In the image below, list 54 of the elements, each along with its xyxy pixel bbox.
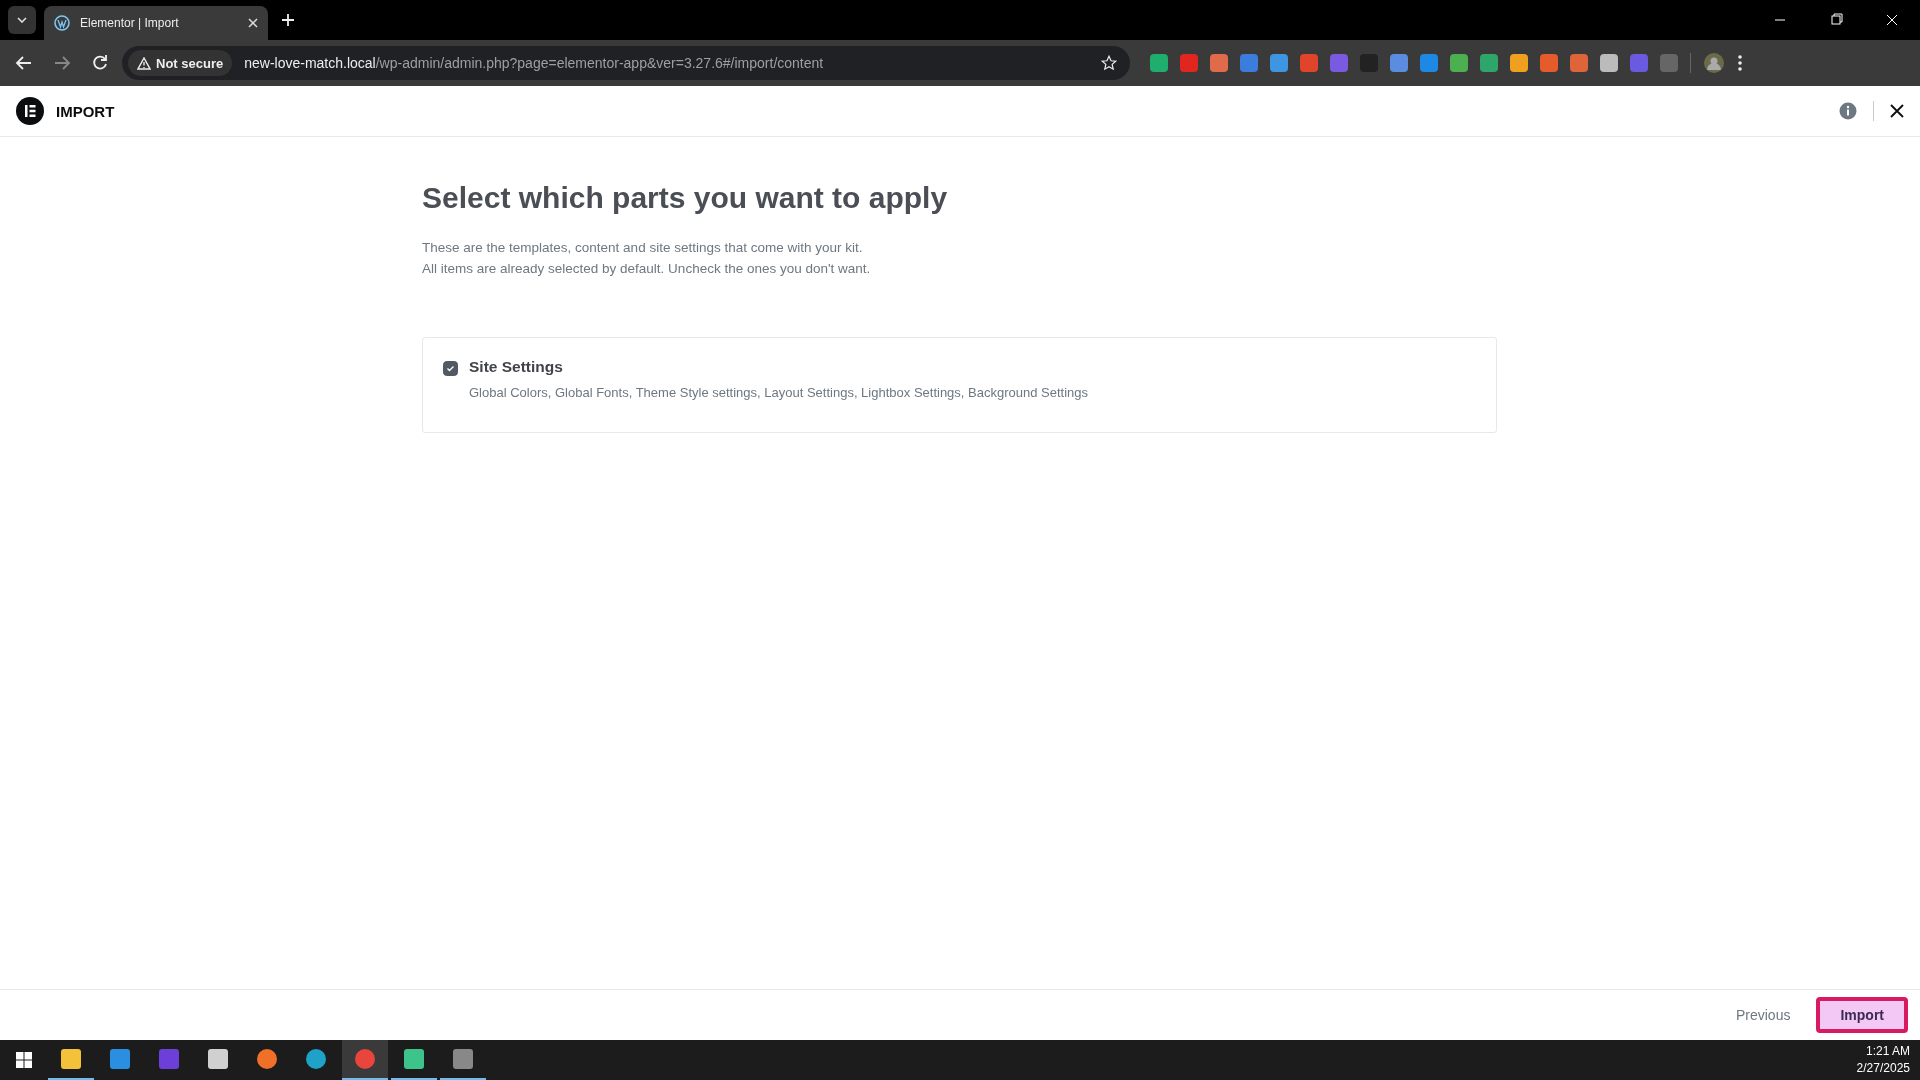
checkbox[interactable] (443, 361, 458, 376)
security-chip[interactable]: Not secure (128, 50, 233, 76)
app-icon (59, 1047, 83, 1071)
previous-link[interactable]: Previous (1729, 1006, 1797, 1024)
url-text: new-love-match.local/wp-admin/admin.php?page=elementor-app&ver=3.27.6#/import/content (244, 55, 825, 71)
app-icon (108, 1047, 132, 1071)
chevron-down-icon (17, 17, 27, 23)
extension-icon[interactable] (1480, 54, 1498, 72)
warning-icon (137, 56, 151, 70)
browser-tab[interactable]: Elementor | Import (44, 6, 268, 40)
extension-icon[interactable] (1540, 54, 1558, 72)
elementor-logo-icon (16, 97, 44, 125)
page-heading: Select which parts you want to apply (422, 181, 949, 215)
part-details: Global Colors, Global Fonts, Theme Style settings, Layout Settings, Lightbox Settings, Background Settings (469, 385, 1089, 400)
app-icon (451, 1047, 475, 1071)
extension-icon[interactable] (1270, 54, 1288, 72)
extension-icon[interactable] (1630, 54, 1648, 72)
extension-icon[interactable] (1570, 54, 1588, 72)
taskbar-app[interactable] (342, 1040, 388, 1080)
close-icon[interactable] (1890, 104, 1904, 118)
info-icon[interactable] (1839, 102, 1857, 120)
address-bar[interactable]: Not secure new-love-match.local/wp-admin/admin.php?page=elementor-app&ver=3.27.6#/import/content (122, 46, 1130, 80)
more-menu-icon[interactable] (1737, 54, 1743, 72)
extension-icon[interactable] (1330, 54, 1348, 72)
clock-date: 2/27/2025 (1856, 1060, 1910, 1077)
app-icon (402, 1047, 426, 1071)
description-text: All items are already selected by default. Uncheck the ones you don't want. (422, 260, 872, 278)
app-icon (157, 1047, 181, 1071)
extension-icon[interactable] (1240, 54, 1258, 72)
extension-icon[interactable] (1600, 54, 1618, 72)
app-icon (353, 1047, 377, 1071)
app-title: IMPORT (56, 102, 115, 120)
extension-icon[interactable] (1420, 54, 1438, 72)
tab-list-button[interactable] (8, 6, 36, 34)
app-icon (255, 1047, 279, 1071)
extension-icon[interactable] (1510, 54, 1528, 72)
avatar-icon[interactable] (1703, 52, 1725, 74)
part-title: Site Settings (469, 358, 564, 376)
tab-title: Elementor | Import (80, 16, 180, 30)
clock-time: 1:21 AM (1864, 1043, 1910, 1060)
star-icon[interactable] (1100, 54, 1118, 72)
extension-icon[interactable] (1150, 54, 1168, 72)
app-icon (206, 1047, 230, 1071)
extension-icon[interactable] (1660, 54, 1678, 72)
wordpress-logo-icon (54, 15, 70, 31)
extension-icon[interactable] (1180, 54, 1198, 72)
import-button[interactable]: Import (1816, 997, 1908, 1033)
extension-icon[interactable] (1210, 54, 1228, 72)
description-text: These are the templates, content and site settings that come with your kit. (422, 239, 864, 257)
windows-start-icon[interactable] (16, 1052, 32, 1068)
extension-icon[interactable] (1300, 54, 1318, 72)
extension-icon[interactable] (1450, 54, 1468, 72)
app-icon (304, 1047, 328, 1071)
extension-icon[interactable] (1390, 54, 1408, 72)
